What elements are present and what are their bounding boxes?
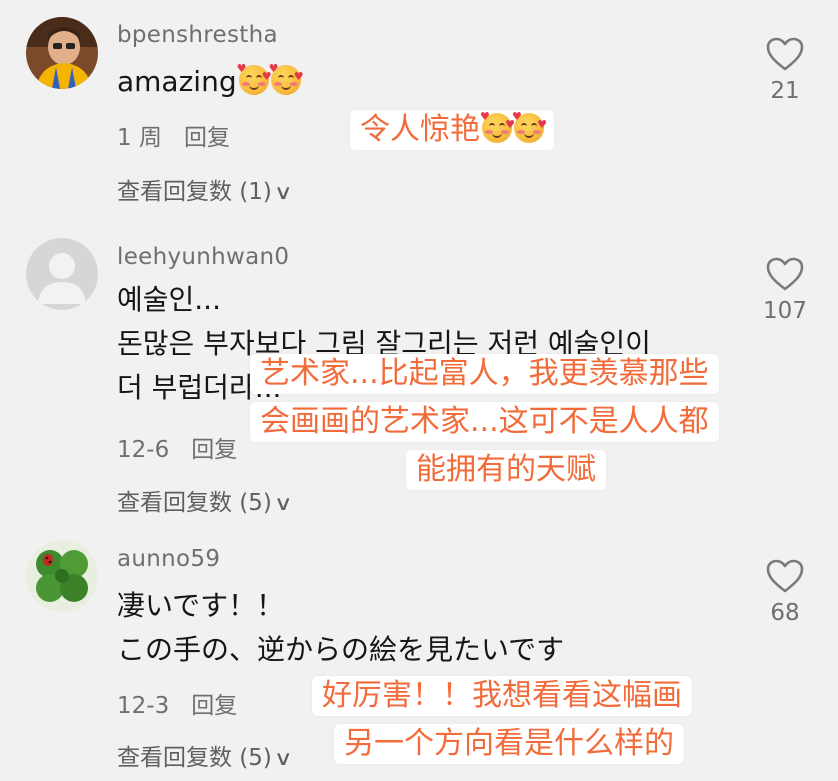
- reply-button[interactable]: 回复: [184, 125, 230, 151]
- reply-button[interactable]: 回复: [191, 437, 237, 463]
- comment-meta: 1 周回复: [117, 118, 230, 152]
- like-button[interactable]: 68: [760, 558, 810, 626]
- view-replies-button[interactable]: 查看回复数 (1)∨: [117, 172, 293, 206]
- comment-meta: 12-6 回复: [117, 430, 237, 464]
- comment-meta: 12-3 回复: [117, 686, 237, 720]
- translation-line: 令人惊艳: [360, 112, 480, 147]
- view-replies-button[interactable]: 查看回复数 (5)∨: [117, 483, 293, 517]
- smiling-face-with-hearts-icon: ♥ ♥: [480, 111, 515, 143]
- comment-date: 1 周: [117, 125, 162, 151]
- chevron-down-icon: ∨: [273, 746, 293, 770]
- translation-caption: 好厉害！！我想看看这幅画: [312, 676, 692, 716]
- heart-outline-icon: [766, 37, 804, 71]
- like-count: 107: [763, 298, 807, 324]
- heart-outline-icon: [766, 559, 804, 593]
- comment-text-line: この手の、逆からの絵を見たいです: [117, 633, 565, 666]
- avatar[interactable]: [26, 540, 98, 612]
- like-button[interactable]: 107: [760, 256, 810, 324]
- comment-date: 12-3: [117, 693, 170, 719]
- view-replies-label: 查看回复数 (1): [117, 179, 272, 205]
- avatar[interactable]: [26, 238, 98, 310]
- comment-date: 12-6: [117, 437, 170, 463]
- comment-text-line: 凄いです！！: [117, 589, 285, 622]
- comment-username[interactable]: bpenshrestha: [117, 22, 278, 48]
- comment-text-body: amazing: [117, 65, 237, 98]
- translation-caption: 艺术家...比起富人，我更羡慕那些: [250, 354, 719, 394]
- translation-caption: 令人惊艳 ♥ ♥ ♥ ♥: [350, 110, 554, 150]
- comment-item: bpenshrestha amazing ♥ ♥ ♥ ♥ 1 周回复 查看回复数 (1)…: [0, 0, 838, 220]
- translation-caption: 另一个方向看是什么样的: [334, 724, 684, 764]
- translation-caption: 会画画的艺术家...这可不是人人都: [250, 402, 719, 442]
- like-count: 68: [770, 600, 800, 626]
- heart-outline-icon: [766, 257, 804, 291]
- smiling-face-with-hearts-icon: ♥ ♥: [237, 63, 272, 95]
- like-button[interactable]: 21: [760, 36, 810, 104]
- chevron-down-icon: ∨: [273, 491, 293, 515]
- chevron-down-icon: ∨: [273, 180, 293, 204]
- comment-username[interactable]: aunno59: [117, 546, 220, 572]
- like-count: 21: [770, 78, 800, 104]
- smiling-face-with-hearts-icon: ♥ ♥: [512, 111, 547, 143]
- smiling-face-with-hearts-icon: ♥ ♥: [269, 63, 304, 95]
- view-replies-label: 查看回复数 (5): [117, 490, 272, 516]
- view-replies-button[interactable]: 查看回复数 (5)∨: [117, 738, 293, 772]
- comment-item: aunno59 凄いです！！ この手の、逆からの絵を見たいです 12-3 回复 查…: [0, 540, 838, 781]
- comment-text: amazing ♥ ♥ ♥ ♥: [117, 63, 304, 100]
- comment-username[interactable]: leehyunhwan0: [117, 244, 289, 270]
- comment-list: bpenshrestha amazing ♥ ♥ ♥ ♥ 1 周回复 查看回复数 (1)…: [0, 0, 838, 781]
- comment-text-line: 예술인...: [117, 283, 221, 316]
- reply-button[interactable]: 回复: [191, 693, 237, 719]
- view-replies-label: 查看回复数 (5): [117, 745, 272, 771]
- comment-item: leehyunhwan0 예술인... 돈많은 부자보다 그림 잘그리는 저런 …: [0, 232, 838, 532]
- avatar[interactable]: [26, 17, 98, 89]
- translation-caption: 能拥有的天赋: [406, 450, 606, 490]
